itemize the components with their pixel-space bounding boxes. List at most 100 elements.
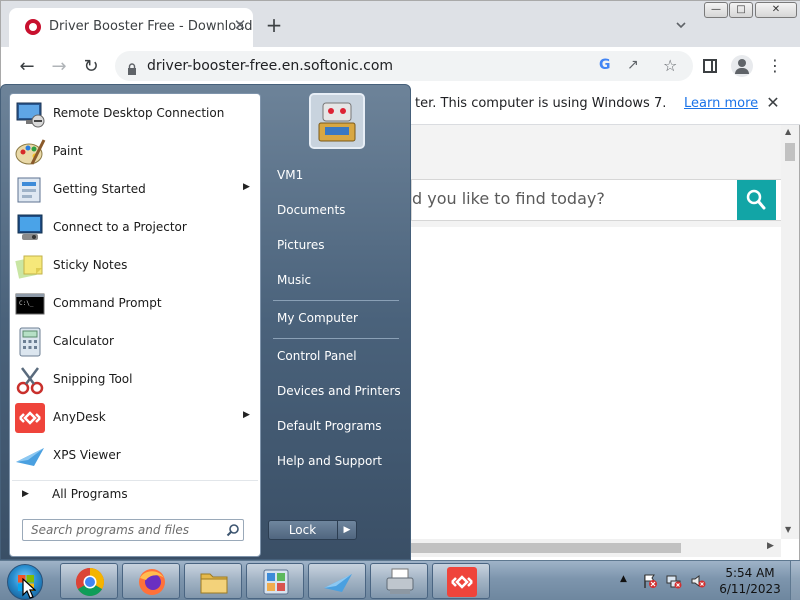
command-prompt-icon: C:\_ xyxy=(15,293,45,315)
new-tab-button[interactable]: + xyxy=(263,15,285,37)
program-calculator[interactable]: Calculator xyxy=(12,324,258,360)
program-label: Remote Desktop Connection xyxy=(53,106,225,120)
start-right-item-documents[interactable]: Documents xyxy=(269,197,401,227)
program-anydesk[interactable]: AnyDesk ▶ xyxy=(12,400,258,436)
side-panel-icon[interactable] xyxy=(703,59,717,73)
start-right-label: My Computer xyxy=(277,311,358,325)
tab-search-icon[interactable] xyxy=(673,17,689,33)
share-icon[interactable]: ↗ xyxy=(627,57,639,73)
learn-more-link[interactable]: Learn more xyxy=(684,96,758,111)
url-text[interactable]: driver-booster-free.en.softonic.com xyxy=(147,58,393,74)
file-explorer-icon xyxy=(200,573,228,594)
program-label: AnyDesk xyxy=(53,410,106,424)
clock-time[interactable]: 5:54 AM xyxy=(712,566,788,580)
window-close-button[interactable]: ✕ xyxy=(755,2,797,18)
site-search-bar: d you like to find today? xyxy=(411,179,783,221)
start-right-label: Control Panel xyxy=(277,349,357,363)
start-right-item-vm1[interactable]: VM1 xyxy=(269,162,401,192)
search-icon[interactable] xyxy=(226,523,240,537)
start-menu-programs-pane: Remote Desktop Connection Paint Getting … xyxy=(9,93,261,557)
scroll-down-arrow-icon[interactable]: ▼ xyxy=(785,525,791,534)
sticky-notes-icon xyxy=(15,255,43,279)
start-right-label: Devices and Printers xyxy=(277,384,401,398)
vertical-scroll-thumb[interactable] xyxy=(785,143,795,161)
scroll-right-arrow-icon[interactable]: ▶ xyxy=(767,541,774,551)
softonic-favicon-icon xyxy=(25,19,41,35)
start-right-item-control-panel[interactable]: Control Panel xyxy=(269,343,401,373)
bookmark-star-icon[interactable]: ☆ xyxy=(663,56,677,75)
taskbar-explorer-button[interactable] xyxy=(184,563,242,599)
all-programs-label: All Programs xyxy=(52,487,128,501)
start-right-separator xyxy=(273,300,399,301)
horizontal-scrollbar[interactable]: ▶ xyxy=(411,539,781,557)
submenu-arrow-icon[interactable]: ▶ xyxy=(243,410,250,420)
program-label: Sticky Notes xyxy=(53,258,128,272)
horizontal-scroll-thumb[interactable] xyxy=(411,543,681,553)
tab-strip: Driver Booster Free - Download ✕ + — □ ✕ xyxy=(1,1,800,47)
taskbar-anydesk-button[interactable] xyxy=(432,563,490,599)
clock-date[interactable]: 6/11/2023 xyxy=(712,582,788,596)
program-connect-to-a-projector[interactable]: Connect to a Projector xyxy=(12,210,258,246)
program-label: Connect to a Projector xyxy=(53,220,187,234)
taskbar-control-panel-button[interactable] xyxy=(246,563,304,599)
vertical-scrollbar[interactable]: ▲ ▼ xyxy=(781,125,799,539)
more-menu-icon[interactable]: ⋮ xyxy=(767,55,783,77)
maximize-button[interactable]: □ xyxy=(729,2,753,18)
start-right-item-devices-and-printers[interactable]: Devices and Printers xyxy=(269,378,401,408)
network-icon[interactable] xyxy=(666,573,682,589)
infobar-close-icon[interactable]: ✕ xyxy=(765,94,781,112)
taskbar-xps-viewer-button[interactable] xyxy=(308,563,366,599)
browser-tab[interactable]: Driver Booster Free - Download ✕ xyxy=(9,8,253,47)
profile-icon[interactable] xyxy=(731,55,753,77)
start-search-input[interactable]: Search programs and files xyxy=(22,519,244,541)
snipping-tool-icon xyxy=(16,367,44,395)
power-options-arrow-icon[interactable]: ▶ xyxy=(337,521,356,539)
program-snipping-tool[interactable]: Snipping Tool xyxy=(12,362,258,398)
lock-icon[interactable] xyxy=(127,60,137,75)
program-command-prompt[interactable]: C:\_ Command Prompt xyxy=(12,286,258,322)
page-content-panel xyxy=(411,227,781,539)
start-right-label: Music xyxy=(277,273,312,287)
start-right-item-pictures[interactable]: Pictures xyxy=(269,232,401,262)
show-desktop-button[interactable] xyxy=(790,561,800,600)
show-hidden-icons-arrow-icon[interactable]: ▲ xyxy=(620,574,627,584)
lock-button[interactable]: Lock ▶ xyxy=(268,520,357,540)
start-right-item-music[interactable]: Music xyxy=(269,267,401,297)
tab-close-icon[interactable]: ✕ xyxy=(231,16,249,34)
scroll-up-arrow-icon[interactable]: ▲ xyxy=(785,127,791,136)
user-picture-icon[interactable] xyxy=(309,93,365,149)
start-right-separator xyxy=(273,338,399,339)
start-right-label: Help and Support xyxy=(277,454,382,468)
anydesk-icon xyxy=(15,403,45,433)
lock-button-label: Lock xyxy=(288,523,317,537)
site-search-button[interactable] xyxy=(737,180,776,220)
site-search-input[interactable]: d you like to find today? xyxy=(412,180,736,220)
remote-desktop-icon xyxy=(16,102,45,128)
program-sticky-notes[interactable]: Sticky Notes xyxy=(12,248,258,284)
minimize-button[interactable]: — xyxy=(704,2,728,18)
forward-button[interactable]: → xyxy=(45,53,73,81)
start-right-item-help-and-support[interactable]: Help and Support xyxy=(269,448,401,478)
back-button[interactable]: ← xyxy=(13,53,41,81)
program-label: Snipping Tool xyxy=(53,372,133,386)
google-icon[interactable]: G xyxy=(599,57,611,73)
xps-viewer-icon xyxy=(16,448,44,466)
taskbar-fax-scan-button[interactable] xyxy=(370,563,428,599)
taskbar-chrome-button[interactable] xyxy=(60,563,118,599)
address-bar[interactable]: driver-booster-free.en.softonic.com G ↗ … xyxy=(115,51,693,81)
program-remote-desktop-connection[interactable]: Remote Desktop Connection xyxy=(12,96,258,132)
taskbar-firefox-button[interactable] xyxy=(122,563,180,599)
search-icon xyxy=(746,189,766,210)
submenu-arrow-icon[interactable]: ▶ xyxy=(243,182,250,192)
start-right-item-my-computer[interactable]: My Computer xyxy=(269,305,401,335)
all-programs-item[interactable]: ▶ All Programs xyxy=(12,480,258,508)
start-right-item-default-programs[interactable]: Default Programs xyxy=(269,413,401,443)
volume-muted-icon[interactable] xyxy=(690,573,706,589)
browser-toolbar: ← → ↻ driver-booster-free.en.softonic.co… xyxy=(1,47,800,87)
program-getting-started[interactable]: Getting Started ▶ xyxy=(12,172,258,208)
reload-button[interactable]: ↻ xyxy=(77,53,105,81)
program-paint[interactable]: Paint xyxy=(12,134,258,170)
program-xps-viewer[interactable]: XPS Viewer xyxy=(12,438,258,474)
action-center-flag-icon[interactable] xyxy=(642,573,658,589)
start-search-placeholder: Search programs and files xyxy=(31,523,189,537)
